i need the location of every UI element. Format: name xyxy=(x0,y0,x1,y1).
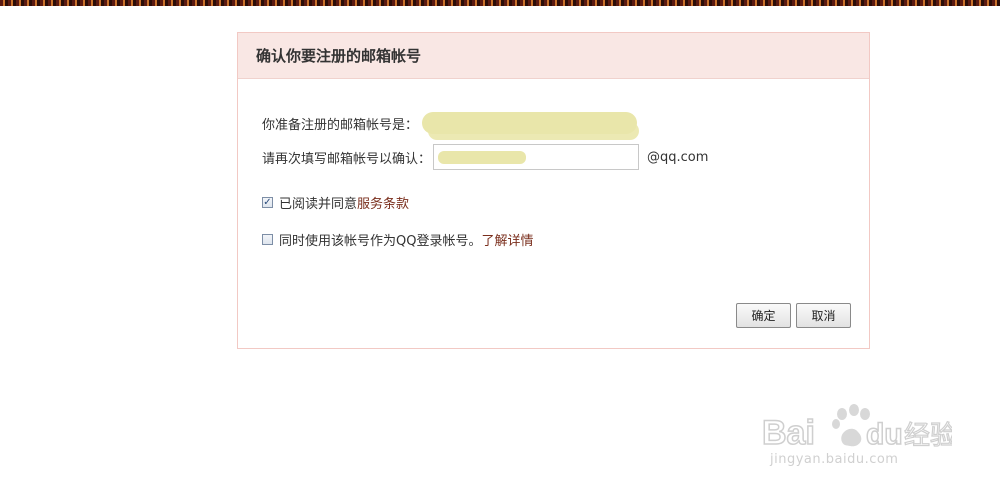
qq-login-row: 同时使用该帐号作为QQ登录帐号。 了解详情 xyxy=(262,230,533,249)
cancel-button[interactable]: 取消 xyxy=(796,303,851,328)
domain-suffix: @qq.com xyxy=(647,149,709,165)
confirm-email-dialog: 确认你要注册的邮箱帐号 你准备注册的邮箱帐号是： 请再次填写邮箱帐号以确认： @… xyxy=(237,32,870,349)
baidu-logo-icon: Bai du 经验 xyxy=(762,404,952,450)
qq-login-text: 同时使用该帐号作为QQ登录帐号。 xyxy=(279,234,482,249)
email-label: 你准备注册的邮箱帐号是： xyxy=(262,117,419,133)
agree-terms-text: 已阅读并同意 xyxy=(279,197,358,212)
qq-login-checkbox[interactable] xyxy=(262,234,273,245)
confirm-email-input[interactable] xyxy=(434,145,651,169)
agree-terms-checkbox[interactable]: ✓ xyxy=(262,197,273,208)
svg-text:经验: 经验 xyxy=(904,421,952,450)
email-display-row: 你准备注册的邮箱帐号是： xyxy=(262,112,638,134)
page: 确认你要注册的邮箱帐号 你准备注册的邮箱帐号是： 请再次填写邮箱帐号以确认： @… xyxy=(0,0,1000,500)
dialog-header: 确认你要注册的邮箱帐号 xyxy=(238,33,869,79)
masked-email-value xyxy=(422,112,638,134)
watermark-url: jingyan.baidu.com xyxy=(770,452,899,467)
ok-button[interactable]: 确定 xyxy=(736,303,791,328)
dialog-title: 确认你要注册的邮箱帐号 xyxy=(256,47,422,65)
top-decorative-stripe xyxy=(0,0,1000,6)
agree-terms-row: ✓ 已阅读并同意 服务条款 xyxy=(262,193,409,212)
svg-text:du: du xyxy=(866,418,903,450)
svg-text:Bai: Bai xyxy=(762,414,815,450)
baidu-jingyan-watermark: Bai du 经验 jingyan.baidu.com xyxy=(762,392,952,482)
terms-of-service-link[interactable]: 服务条款 xyxy=(357,193,409,212)
confirm-email-label: 请再次填写邮箱帐号以确认： xyxy=(262,151,432,167)
learn-more-link[interactable]: 了解详情 xyxy=(481,230,533,249)
confirm-email-row: 请再次填写邮箱帐号以确认： @qq.com xyxy=(262,144,708,170)
confirm-email-field-wrapper xyxy=(433,144,651,170)
